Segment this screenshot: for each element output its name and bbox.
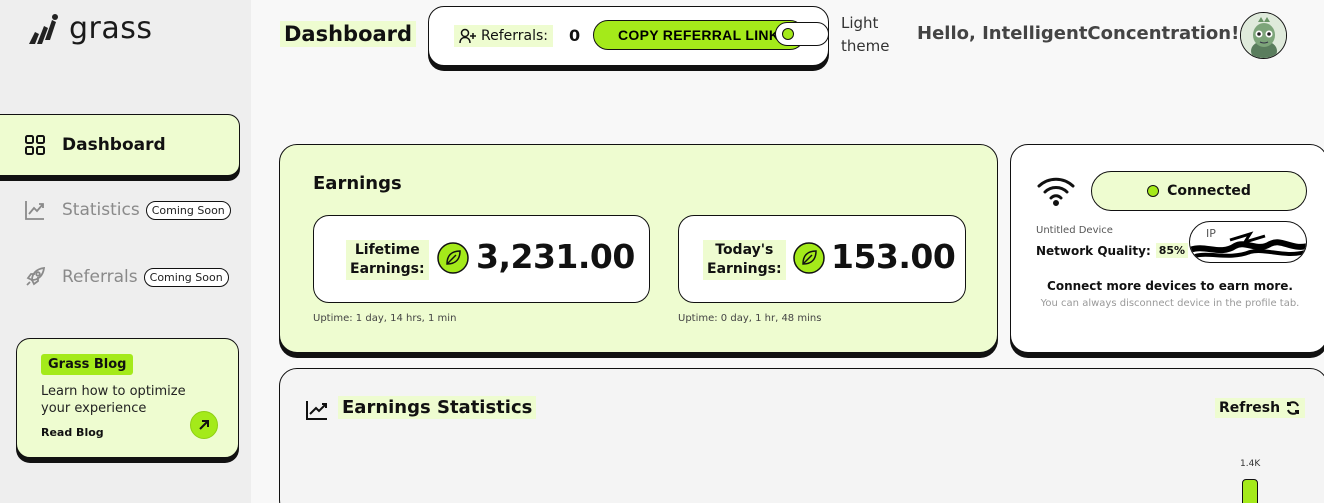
grass-logo-icon — [29, 14, 58, 44]
lifetime-earnings-value: 3,231.00 — [476, 237, 635, 276]
sidebar-item-statistics[interactable]: Statistics Coming Soon — [0, 190, 240, 230]
logo-text: grass — [69, 11, 153, 46]
connection-status-pill: Connected — [1091, 171, 1307, 211]
chart-y-axis-max: 1.4K — [1240, 459, 1261, 469]
theme-label-line-1: Light — [841, 14, 879, 32]
today-earnings-label: Today's Earnings: — [703, 240, 786, 280]
sidebar-item-label: Statistics — [62, 200, 140, 220]
blog-card[interactable]: Grass Blog Learn how to optimize your ex… — [16, 338, 239, 458]
today-earnings-label-line-2: Earnings: — [707, 261, 782, 277]
chart-line-icon — [306, 401, 327, 420]
avatar[interactable] — [1240, 12, 1287, 59]
leaf-coin-icon — [793, 242, 825, 274]
sidebar-item-dashboard[interactable]: Dashboard — [0, 114, 240, 176]
referrals-label-text: Referrals: — [481, 28, 548, 44]
ip-address-pill: IP — [1189, 221, 1307, 263]
referral-box: Referrals: 0 COPY REFERRAL LINK — [428, 6, 829, 66]
earnings-statistics-title: Earnings Statistics — [338, 396, 537, 419]
arrow-up-right-icon[interactable] — [190, 411, 218, 439]
coming-soon-badge: Coming Soon — [145, 200, 231, 220]
refresh-label: Refresh — [1219, 400, 1281, 416]
user-plus-icon — [459, 28, 476, 44]
logo[interactable]: grass — [27, 12, 153, 46]
wifi-icon — [1037, 177, 1075, 206]
today-earnings-value: 153.00 — [831, 237, 956, 276]
status-dot — [1147, 185, 1160, 197]
theme-toggle[interactable] — [775, 22, 829, 46]
sidebar: grass Dashboard Statistics Coming Soon R… — [0, 0, 251, 503]
blog-tag: Grass Blog — [41, 354, 134, 375]
page-title: Dashboard — [280, 21, 417, 47]
device-name: Untitled Device — [1036, 225, 1113, 236]
today-earnings-box: Today's Earnings: 153.00 — [678, 215, 966, 303]
leaf-coin-icon — [437, 242, 469, 274]
toggle-knob — [782, 28, 794, 40]
earnings-card: Earnings Lifetime Earnings: 3,231.00 Upt… — [279, 144, 998, 353]
referrals-count: 0 — [569, 26, 581, 45]
lifetime-earnings-box: Lifetime Earnings: 3,231.00 — [313, 215, 650, 303]
rocket-icon — [24, 266, 46, 288]
today-uptime: Uptime: 0 day, 1 hr, 48 mins — [678, 313, 822, 324]
copy-referral-link-button[interactable]: COPY REFERRAL LINK — [593, 20, 805, 50]
theme-label-line-2: theme — [841, 37, 890, 55]
chart-line-icon — [24, 199, 46, 221]
earnings-statistics-card: Earnings Statistics Refresh 1.4K — [279, 368, 1324, 503]
connect-more-text: Connect more devices to earn more. — [1047, 279, 1293, 293]
grid-icon — [24, 134, 46, 156]
avatar-image — [1241, 13, 1286, 58]
sidebar-item-label: Dashboard — [62, 135, 166, 155]
user-greeting: Hello, IntelligentConcentration! — [917, 23, 1240, 44]
sidebar-item-referrals[interactable]: Referrals Coming Soon — [0, 257, 240, 297]
referrals-label: Referrals: — [454, 25, 553, 47]
refresh-icon — [1287, 401, 1300, 415]
network-quality: Network Quality: 85% — [1036, 243, 1189, 258]
read-blog-link[interactable]: Read Blog — [41, 426, 104, 439]
earnings-title: Earnings — [313, 173, 402, 194]
lifetime-earnings-label-line-2: Earnings: — [350, 261, 425, 277]
connection-status: Connected — [1167, 183, 1251, 199]
refresh-button[interactable]: Refresh — [1215, 398, 1306, 418]
ip-label: IP — [1206, 227, 1216, 240]
network-quality-label: Network Quality: — [1036, 243, 1151, 258]
network-quality-value: 85% — [1155, 243, 1189, 258]
lifetime-earnings-label: Lifetime Earnings: — [346, 240, 429, 280]
blog-text: Learn how to optimize your experience — [41, 384, 186, 416]
lifetime-earnings-label-line-1: Lifetime — [354, 242, 420, 258]
sidebar-item-label: Referrals — [62, 267, 138, 287]
today-earnings-label-line-1: Today's — [715, 242, 774, 258]
coming-soon-badge: Coming Soon — [143, 267, 229, 287]
device-card: Connected Untitled Device Network Qualit… — [1010, 144, 1324, 353]
lifetime-uptime: Uptime: 1 day, 14 hrs, 1 min — [313, 313, 457, 324]
theme-label: Light theme — [841, 12, 889, 58]
connect-hint-text: You can always disconnect device in the … — [1040, 298, 1300, 309]
chart-bar — [1242, 479, 1258, 503]
